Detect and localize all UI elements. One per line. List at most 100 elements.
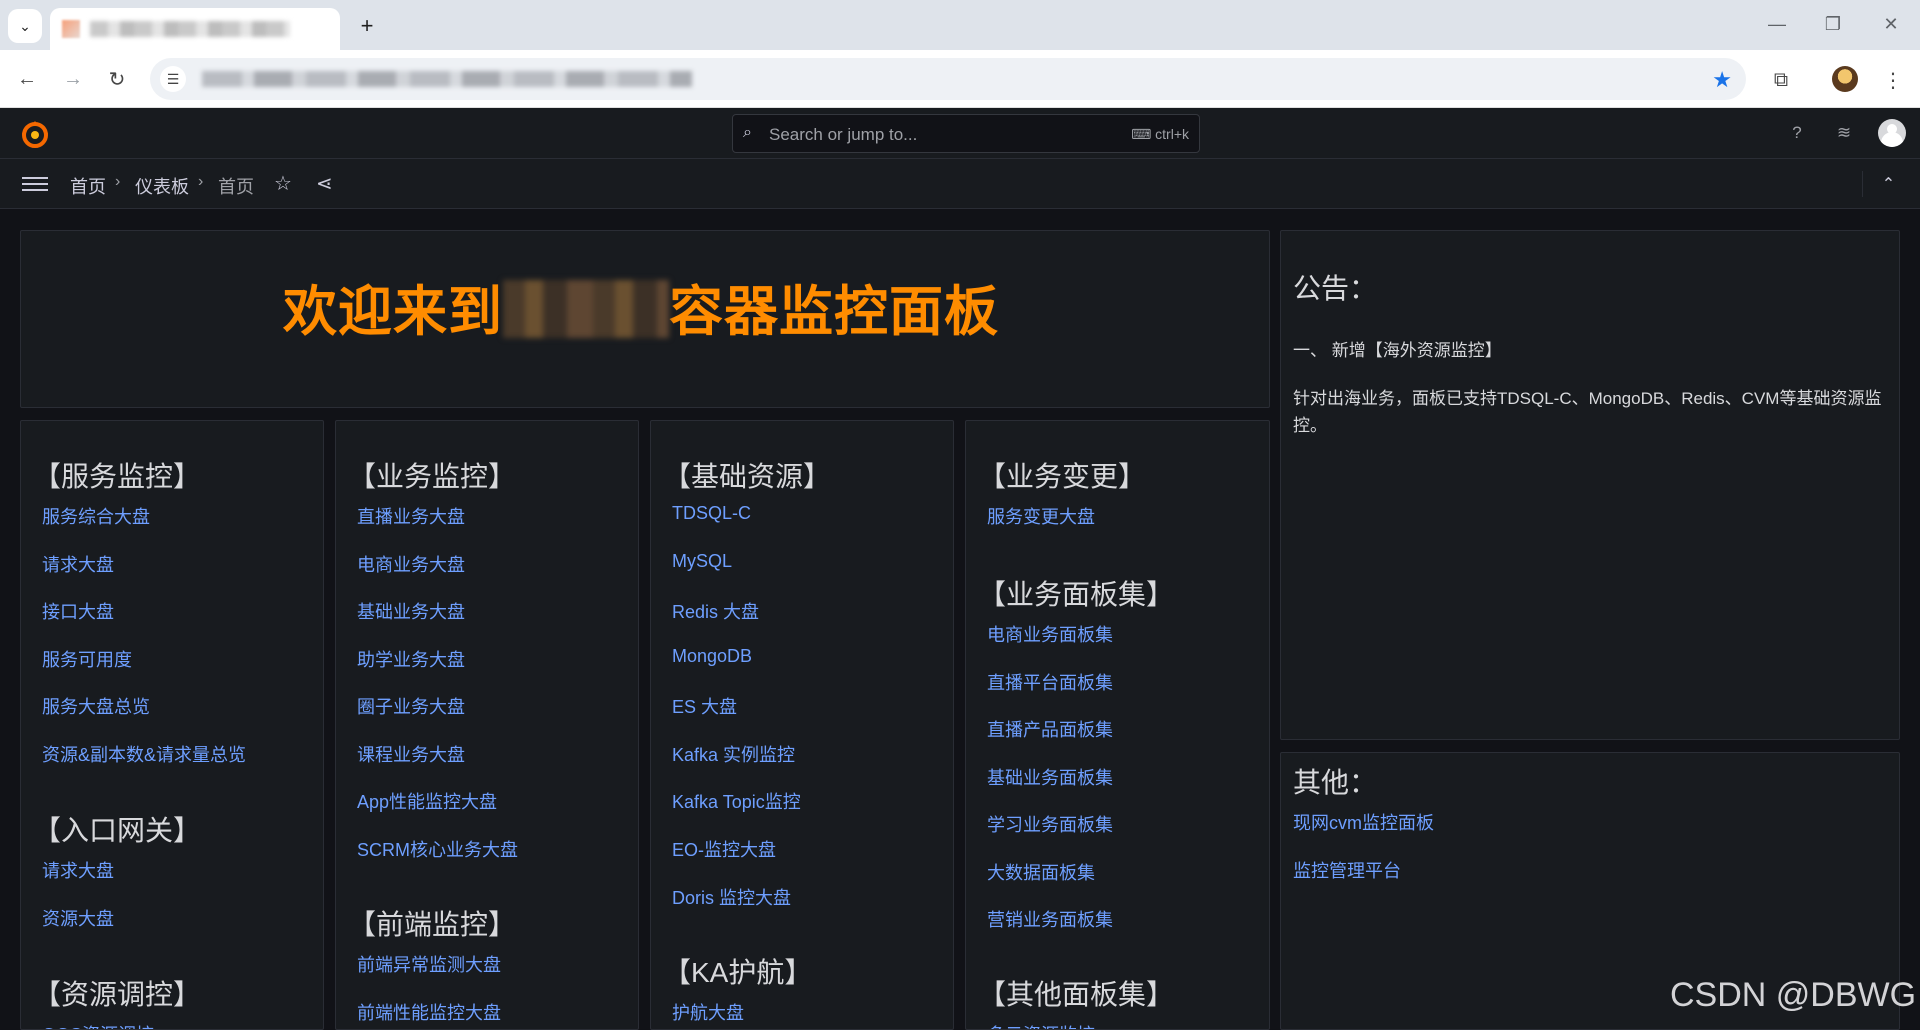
search-placeholder: Search or jump to... bbox=[769, 125, 918, 144]
link-item[interactable]: 营销业务面板集 bbox=[987, 906, 1113, 932]
link-item[interactable]: App性能监控大盘 bbox=[357, 788, 497, 814]
section-title-service-monitor: 【服务监控】 bbox=[33, 461, 202, 492]
link-item[interactable]: MySQL bbox=[672, 551, 732, 572]
restore-button[interactable]: ❐ bbox=[1818, 12, 1848, 36]
link-item[interactable]: 直播业务大盘 bbox=[357, 503, 465, 529]
link-item[interactable]: 学习业务面板集 bbox=[987, 811, 1113, 837]
link-item[interactable]: 大数据面板集 bbox=[987, 859, 1095, 885]
minimize-button[interactable]: — bbox=[1762, 12, 1792, 36]
reload-icon[interactable]: ↻ bbox=[102, 64, 132, 94]
link-item[interactable]: 基础业务大盘 bbox=[357, 598, 465, 624]
url-omnibox[interactable]: ☰ ★ bbox=[150, 58, 1746, 100]
link-item[interactable]: 前端异常监测大盘 bbox=[357, 951, 501, 977]
profile-avatar[interactable] bbox=[1832, 66, 1858, 92]
link-item[interactable]: 服务可用度 bbox=[42, 646, 132, 672]
notice-title: 公告： bbox=[1293, 273, 1378, 304]
welcome-prefix: 欢迎来到 bbox=[283, 282, 503, 342]
forward-arrow-icon[interactable]: → bbox=[58, 64, 88, 94]
menu-hamburger-icon[interactable] bbox=[22, 173, 48, 195]
url-text-redacted bbox=[202, 71, 692, 87]
site-settings-icon[interactable]: ☰ bbox=[160, 66, 186, 92]
link-item[interactable]: MongoDB bbox=[672, 646, 752, 667]
browser-menu-icon[interactable]: ⋮ bbox=[1878, 65, 1908, 95]
browser-tab-active[interactable] bbox=[50, 8, 340, 50]
star-favorite-icon[interactable]: ☆ bbox=[274, 171, 292, 196]
link-item[interactable]: 服务综合大盘 bbox=[42, 503, 150, 529]
link-item[interactable]: 请求大盘 bbox=[42, 857, 114, 883]
company-name-redacted bbox=[503, 280, 669, 338]
breadcrumb-separator-icon: › bbox=[115, 173, 121, 190]
notice-panel: 公告： 一、 新增【海外资源监控】 针对出海业务，面板已支持TDSQL-C、Mo… bbox=[1280, 230, 1900, 740]
bookmark-star-icon[interactable]: ★ bbox=[1712, 67, 1732, 93]
section-title-business-dashboards: 【业务面板集】 bbox=[978, 579, 1175, 610]
grafana-logo-icon[interactable] bbox=[20, 119, 50, 149]
welcome-panel: 欢迎来到 容器监控面板 bbox=[20, 230, 1270, 408]
section-title-other: 其他： bbox=[1293, 767, 1378, 798]
tab-title-redacted bbox=[90, 21, 290, 37]
back-arrow-icon[interactable]: ← bbox=[12, 64, 42, 94]
collapse-chevron-up-icon[interactable]: ⌃ bbox=[1862, 171, 1914, 197]
link-item[interactable]: 服务变更大盘 bbox=[987, 503, 1095, 529]
link-item[interactable]: 现网cvm监控面板 bbox=[1293, 809, 1434, 835]
link-item[interactable]: 圈子业务大盘 bbox=[357, 693, 465, 719]
user-avatar[interactable] bbox=[1878, 119, 1906, 147]
help-icon[interactable]: ? bbox=[1785, 121, 1809, 145]
link-item[interactable]: 护航大盘 bbox=[672, 999, 744, 1025]
section-title-infra-resources: 【基础资源】 bbox=[663, 461, 832, 492]
link-item[interactable]: 基础业务面板集 bbox=[987, 764, 1113, 790]
link-item[interactable]: Doris 监控大盘 bbox=[672, 884, 791, 910]
breadcrumb-home[interactable]: 首页 bbox=[70, 173, 106, 199]
search-shortcut-hint: ⌨ ctrl+k bbox=[1131, 126, 1189, 142]
new-tab-button[interactable]: + bbox=[352, 11, 382, 41]
link-item[interactable]: SCRM核心业务大盘 bbox=[357, 836, 518, 862]
search-bar[interactable]: ⌕ Search or jump to... ⌨ ctrl+k bbox=[732, 114, 1200, 153]
breadcrumb-dashboards[interactable]: 仪表板 bbox=[135, 173, 189, 199]
browser-address-bar: ← → ↻ ☰ ★ ⧉ ⋮ bbox=[0, 50, 1920, 108]
tab-search-dropdown-icon[interactable]: ⌄ bbox=[8, 9, 42, 43]
section-title-other-dashboards: 【其他面板集】 bbox=[978, 979, 1175, 1010]
link-item[interactable]: 电商业务面板集 bbox=[987, 621, 1113, 647]
link-item[interactable]: 资源大盘 bbox=[42, 905, 114, 931]
link-item[interactable]: ES 大盘 bbox=[672, 693, 737, 719]
watermark-text: CSDN @DBWG bbox=[1670, 976, 1917, 1014]
welcome-suffix: 容器监控面板 bbox=[669, 282, 999, 342]
link-item[interactable]: 助学业务大盘 bbox=[357, 646, 465, 672]
section-title-business-monitor: 【业务监控】 bbox=[348, 461, 517, 492]
breadcrumb-separator-icon: › bbox=[198, 173, 204, 190]
link-item[interactable]: QOS资源调控 bbox=[42, 1021, 154, 1029]
search-icon: ⌕ bbox=[743, 124, 752, 141]
news-rss-icon[interactable]: ≋ bbox=[1832, 121, 1856, 145]
section-title-resource-control: 【资源调控】 bbox=[33, 979, 202, 1010]
link-item[interactable]: 课程业务大盘 bbox=[357, 741, 465, 767]
breadcrumb-current: 首页 bbox=[218, 177, 254, 197]
section-title-ka-escort: 【KA护航】 bbox=[663, 957, 813, 988]
section-title-business-change: 【业务变更】 bbox=[978, 461, 1147, 492]
link-item[interactable]: EO-监控大盘 bbox=[672, 836, 776, 862]
link-item[interactable]: 资源&副本数&请求量总览 bbox=[42, 741, 246, 767]
link-item[interactable]: 服务大盘总览 bbox=[42, 693, 150, 719]
link-item[interactable]: Redis 大盘 bbox=[672, 598, 759, 624]
section-title-gateway: 【入口网关】 bbox=[33, 815, 202, 846]
close-window-button[interactable]: ✕ bbox=[1876, 12, 1906, 36]
link-item[interactable]: 电商业务大盘 bbox=[357, 551, 465, 577]
link-item[interactable]: 请求大盘 bbox=[42, 551, 114, 577]
extensions-puzzle-icon[interactable]: ⧉ bbox=[1766, 65, 1796, 95]
link-item[interactable]: 直播产品面板集 bbox=[987, 716, 1113, 742]
link-item[interactable]: 前端性能监控大盘 bbox=[357, 999, 501, 1025]
section-title-frontend-monitor: 【前端监控】 bbox=[348, 909, 517, 940]
link-item[interactable]: 多云资源监控 bbox=[987, 1021, 1095, 1029]
link-item[interactable]: Kafka 实例监控 bbox=[672, 741, 795, 767]
notice-item: 一、 新增【海外资源监控】 bbox=[1293, 341, 1502, 360]
share-icon[interactable]: ⋖ bbox=[316, 171, 333, 196]
tab-favicon bbox=[62, 20, 80, 38]
browser-tab-bar: ⌄ + — ❐ ✕ bbox=[0, 0, 1920, 50]
link-item[interactable]: Kafka Topic监控 bbox=[672, 788, 801, 814]
column-panel-3: 【基础资源】 TDSQL-C MySQL Redis 大盘 MongoDB ES… bbox=[650, 420, 954, 1030]
link-item[interactable]: TDSQL-C bbox=[672, 503, 751, 524]
link-item[interactable]: 接口大盘 bbox=[42, 598, 114, 624]
grafana-top-bar: ⌕ Search or jump to... ⌨ ctrl+k ? ≋ bbox=[0, 108, 1920, 159]
column-panel-4: 【业务变更】 服务变更大盘 【业务面板集】 电商业务面板集 直播平台面板集 直播… bbox=[965, 420, 1270, 1030]
link-item[interactable]: 直播平台面板集 bbox=[987, 669, 1113, 695]
welcome-title: 欢迎来到 容器监控面板 bbox=[283, 267, 999, 346]
link-item[interactable]: 监控管理平台 bbox=[1293, 857, 1401, 883]
